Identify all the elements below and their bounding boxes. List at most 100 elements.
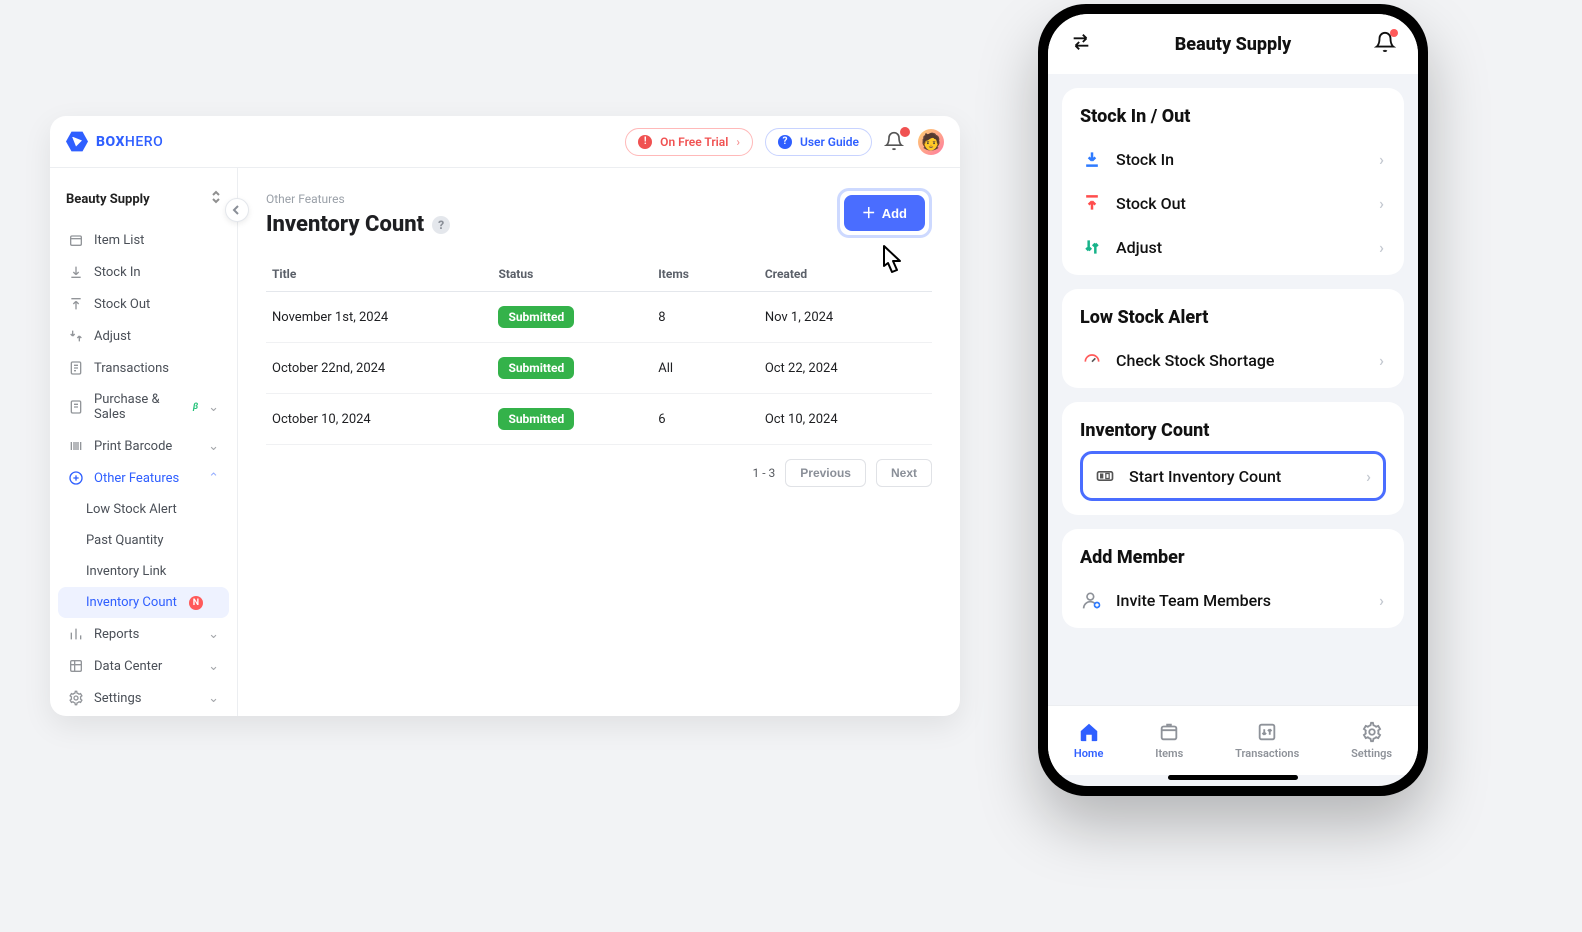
arrow-down-icon (68, 264, 84, 280)
label: Adjust (94, 329, 131, 344)
notification-dot-icon (1390, 29, 1398, 37)
updown-icon (211, 190, 221, 208)
phone-body[interactable]: Stock In / Out Stock In› Stock Out› Adju… (1048, 74, 1418, 705)
row-stock-in[interactable]: Stock In› (1080, 137, 1386, 181)
sidebar-item-data-center[interactable]: Data Center⌄ (58, 650, 229, 682)
label: Low Stock Alert (86, 502, 177, 517)
label: Check Stock Shortage (1116, 351, 1274, 370)
chevron-down-icon: ⌄ (208, 400, 219, 415)
label: Transactions (1235, 747, 1299, 760)
row-check-shortage[interactable]: Check Stock Shortage › (1080, 338, 1386, 382)
trial-pill[interactable]: ! On Free Trial › (625, 128, 753, 156)
tab-settings[interactable]: Settings (1351, 721, 1392, 760)
label: Purchase & Sales (94, 392, 181, 422)
table-row[interactable]: October 22nd, 2024 Submitted All Oct 22,… (266, 343, 932, 394)
database-icon (68, 658, 84, 674)
adjust-icon (68, 328, 84, 344)
breadcrumb: Other Features (266, 192, 932, 206)
download-icon (1082, 149, 1102, 169)
document-icon (68, 360, 84, 376)
sidebar-item-reports[interactable]: Reports⌄ (58, 618, 229, 650)
status-badge: Submitted (498, 408, 574, 430)
box-icon (68, 232, 84, 248)
sidebar-item-low-stock[interactable]: Low Stock Alert (58, 494, 229, 525)
brand-logo[interactable]: BOXHERO (66, 131, 163, 153)
cell-created: Nov 1, 2024 (759, 292, 932, 343)
row-stock-out[interactable]: Stock Out› (1080, 181, 1386, 225)
sidebar-item-adjust[interactable]: Adjust (58, 320, 229, 352)
upload-icon (1082, 193, 1102, 213)
previous-button[interactable]: Previous (785, 459, 866, 487)
phone-screen: Beauty Supply Stock In / Out Stock In› S… (1048, 14, 1418, 786)
alert-icon: ! (638, 135, 652, 149)
label: Reports (94, 627, 139, 642)
cell-items: 6 (652, 394, 759, 445)
sidebar-item-transactions[interactable]: Transactions (58, 352, 229, 384)
notifications-button[interactable] (884, 131, 906, 153)
brand-text-hero: HERO (125, 134, 163, 150)
sidebar-item-past-quantity[interactable]: Past Quantity (58, 525, 229, 556)
sidebar-item-stock-in[interactable]: Stock In (58, 256, 229, 288)
chevron-right-icon: › (1379, 351, 1384, 370)
chevron-right-icon: › (1379, 150, 1384, 169)
phone-header: Beauty Supply (1048, 14, 1418, 74)
phone-title: Beauty Supply (1175, 34, 1291, 55)
sidebar-item-print-barcode[interactable]: Print Barcode ⌄ (58, 430, 229, 462)
sidebar-item-inventory-count[interactable]: Inventory CountN (58, 587, 229, 618)
avatar[interactable]: 🧑 (918, 129, 944, 155)
label: Start Inventory Count (1129, 467, 1281, 486)
chevron-right-icon: › (1379, 238, 1384, 257)
phone-notifications[interactable] (1374, 31, 1396, 57)
notification-badge-icon (900, 127, 910, 137)
chevron-right-icon: › (736, 135, 740, 149)
heading-add-member: Add Member (1080, 547, 1386, 568)
tab-home[interactable]: Home (1074, 721, 1104, 760)
swap-icon[interactable] (1070, 31, 1092, 57)
sidebar-item-purchase-sales[interactable]: Purchase & Sales β ⌄ (58, 384, 229, 430)
plus-circle-icon (68, 470, 84, 486)
pagination: 1 - 3 Previous Next (266, 459, 932, 487)
status-badge: Submitted (498, 357, 574, 379)
cell-title: October 22nd, 2024 (266, 343, 492, 394)
plus-icon: ＋ (862, 203, 876, 223)
row-start-count[interactable]: Start Inventory Count› (1085, 456, 1381, 496)
row-invite[interactable]: Invite Team Members› (1080, 578, 1386, 622)
cell-items: All (652, 343, 759, 394)
beta-badge: β (193, 402, 198, 412)
sidebar: Beauty Supply Item List Stock In Stock O… (50, 168, 238, 716)
label: Print Barcode (94, 439, 172, 454)
chevron-down-icon: ⌄ (208, 439, 219, 454)
label: Transactions (94, 361, 169, 376)
next-button[interactable]: Next (876, 459, 932, 487)
heading-low-stock: Low Stock Alert (1080, 307, 1386, 328)
receipt-icon (68, 399, 84, 415)
help-circle-icon[interactable]: ? (432, 216, 450, 234)
tab-transactions[interactable]: Transactions (1235, 721, 1299, 760)
help-icon: ? (778, 135, 792, 149)
gear-icon (68, 690, 84, 706)
chevron-up-icon: ⌃ (208, 471, 219, 486)
team-switcher[interactable]: Beauty Supply (50, 178, 237, 220)
table-row[interactable]: October 10, 2024 Submitted 6 Oct 10, 202… (266, 394, 932, 445)
add-button[interactable]: ＋ Add (844, 195, 925, 231)
table-row[interactable]: November 1st, 2024 Submitted 8 Nov 1, 20… (266, 292, 932, 343)
card-add-member: Add Member Invite Team Members› (1062, 529, 1404, 628)
cursor-pointer-icon (874, 244, 908, 288)
cell-title: November 1st, 2024 (266, 292, 492, 343)
phone-mockup: Beauty Supply Stock In / Out Stock In› S… (1038, 4, 1428, 796)
guide-pill[interactable]: ? User Guide (765, 128, 872, 156)
arrow-up-icon (68, 296, 84, 312)
sidebar-item-other-features[interactable]: Other Features⌃ (58, 462, 229, 494)
sidebar-item-inventory-link[interactable]: Inventory Link (58, 556, 229, 587)
heading-stock: Stock In / Out (1080, 106, 1386, 127)
heading-inventory-count: Inventory Count (1080, 420, 1386, 441)
add-button-highlight: ＋ Add (837, 188, 932, 238)
row-adjust[interactable]: Adjust› (1080, 225, 1386, 269)
sidebar-item-stock-out[interactable]: Stock Out (58, 288, 229, 320)
sidebar-item-settings[interactable]: Settings⌄ (58, 682, 229, 714)
tab-items[interactable]: Items (1155, 721, 1183, 760)
card-stock: Stock In / Out Stock In› Stock Out› Adju… (1062, 88, 1404, 275)
sidebar-item-item-list[interactable]: Item List (58, 224, 229, 256)
chevron-right-icon: › (1379, 591, 1384, 610)
label: Home (1074, 747, 1104, 760)
